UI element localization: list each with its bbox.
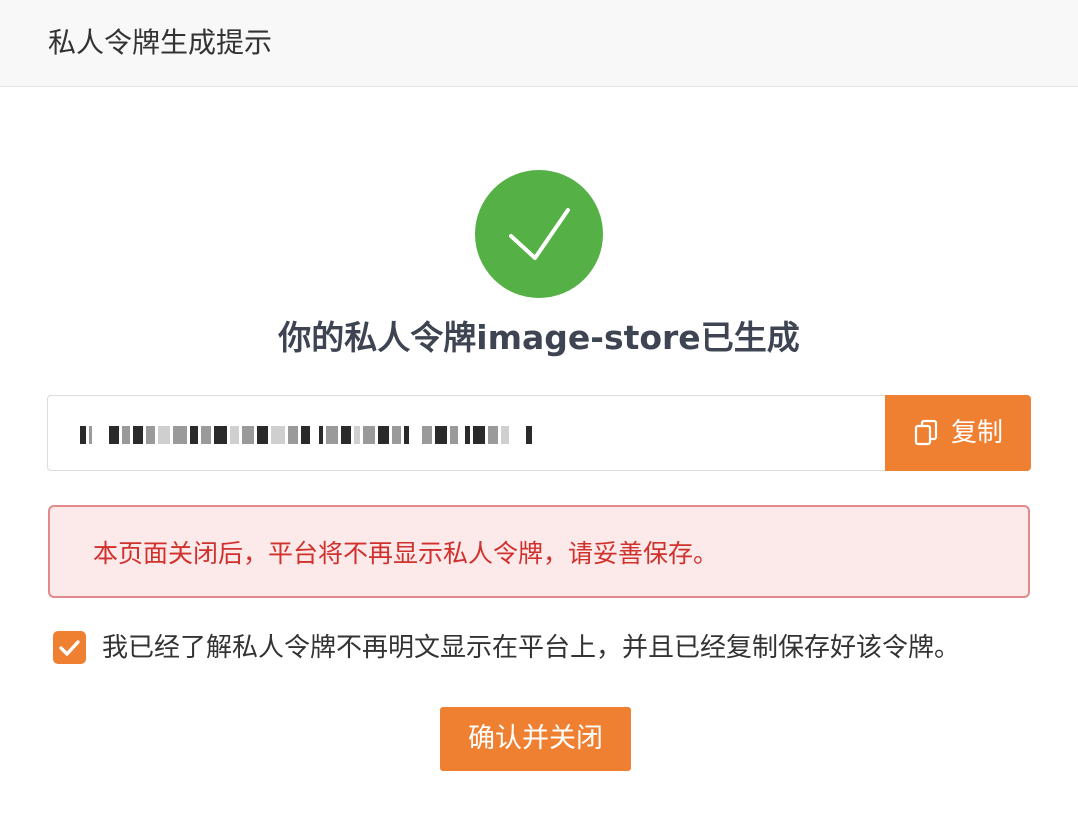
dialog-title: 私人令牌生成提示 <box>48 26 273 59</box>
warning-alert: 本页面关闭后，平台将不再显示私人令牌，请妥善保存。 <box>48 505 1030 598</box>
warning-text: 本页面关闭后，平台将不再显示私人令牌，请妥善保存。 <box>93 539 719 568</box>
copy-label: 复制 <box>950 418 1003 448</box>
dialog-header: 私人令牌生成提示 <box>0 0 1078 87</box>
acknowledge-label[interactable]: 我已经了解私人令牌不再明文显示在平台上，并且已经复制保存好该令牌。 <box>102 629 960 667</box>
success-check-icon <box>475 170 603 298</box>
copy-button[interactable]: 复制 <box>885 395 1031 471</box>
confirm-close-button[interactable]: 确认并关闭 <box>440 707 631 771</box>
acknowledge-checkbox[interactable] <box>53 631 86 664</box>
success-heading: 你的私人令牌image-store已生成 <box>278 318 800 357</box>
copy-icon <box>913 419 939 447</box>
token-field[interactable] <box>47 395 887 471</box>
token-value-masked <box>80 424 532 446</box>
token-dialog: 私人令牌生成提示 你的私人令牌image-store已生成 复制 本页面关闭后，… <box>0 0 1078 818</box>
